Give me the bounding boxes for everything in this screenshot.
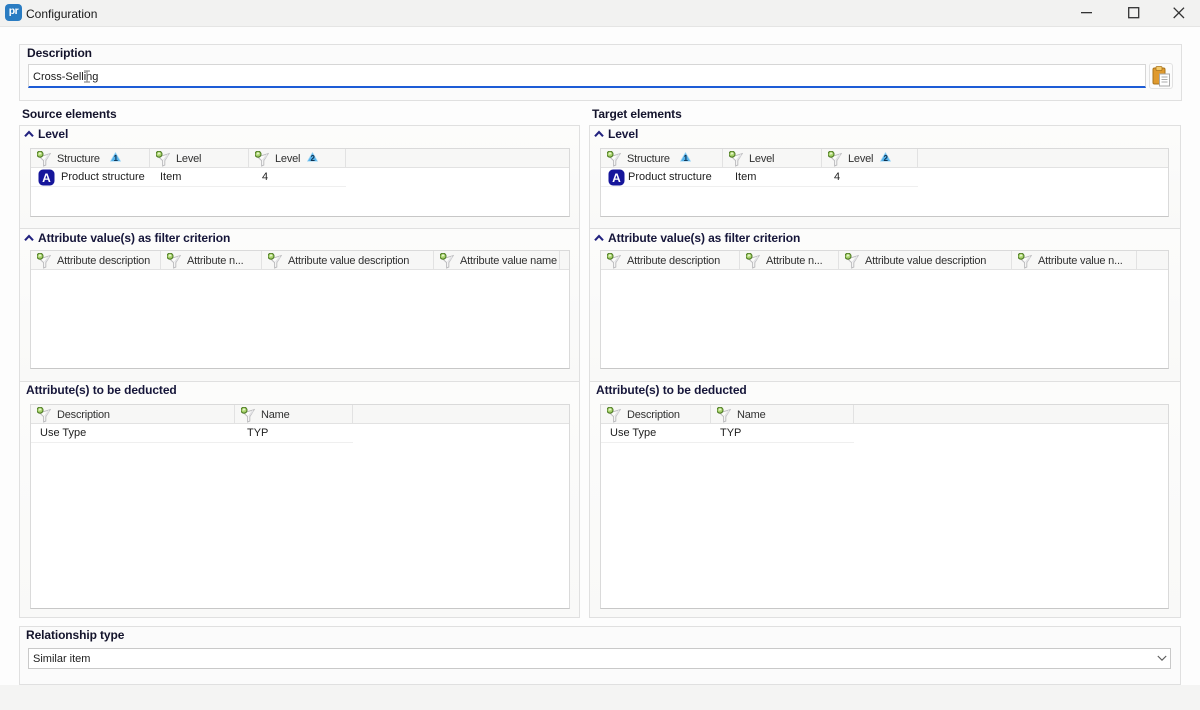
svg-text:1: 1 [683, 154, 688, 162]
svg-text:2: 2 [883, 154, 888, 162]
svg-text:2: 2 [310, 154, 315, 162]
svg-text:A: A [612, 171, 621, 185]
svg-text:1: 1 [113, 154, 118, 162]
svg-text:A: A [42, 171, 51, 185]
